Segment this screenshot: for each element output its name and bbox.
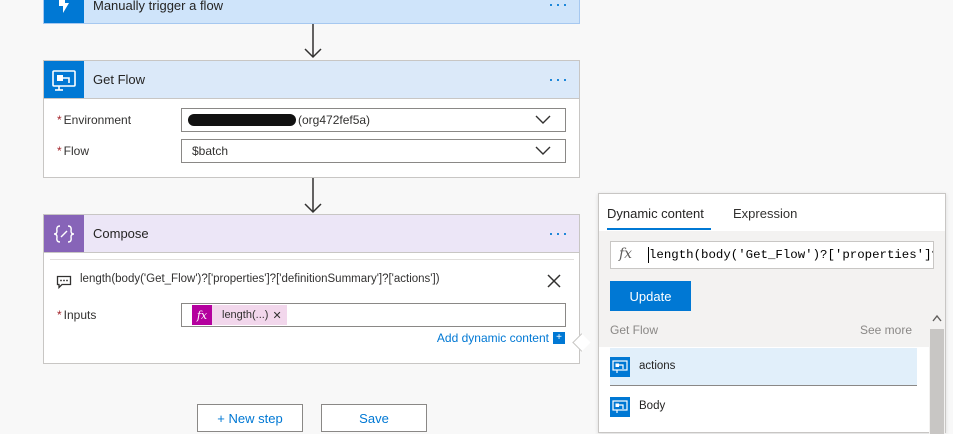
compose-header[interactable]: Compose ··· <box>44 215 579 253</box>
expression-preview: length(body('Get_Flow')?['properties']?[… <box>50 259 574 302</box>
add-dynamic-content-link[interactable]: Add dynamic content + <box>437 331 565 345</box>
add-dynamic-icon: + <box>553 332 565 344</box>
tab-dynamic-content[interactable]: Dynamic content <box>607 206 704 221</box>
get-flow-header[interactable]: Get Flow ··· <box>44 61 579 99</box>
environment-label: * Environment <box>57 113 131 127</box>
flow-label: * Flow <box>57 144 89 158</box>
connector-arrow <box>304 24 322 59</box>
expression-token[interactable]: fx length(...) ✕ <box>192 305 287 325</box>
required-asterisk: * <box>57 308 62 322</box>
expression-editor-area: fx length(body('Get_Flow')?['properties'… <box>599 231 945 311</box>
trigger-card[interactable]: Manually trigger a flow ··· <box>43 0 580 24</box>
flow-icon <box>610 397 630 417</box>
expression-input-text: length(body('Get_Flow')?['properties']?[… <box>649 248 934 262</box>
token-remove-icon[interactable]: ✕ <box>272 309 286 322</box>
compose-title: Compose <box>93 226 149 241</box>
scrollbar-thumb[interactable] <box>930 329 944 434</box>
get-flow-icon-box <box>44 61 84 98</box>
dynamic-item-label: actions <box>639 360 676 372</box>
compose-more-options[interactable]: ··· <box>548 215 569 252</box>
dynamic-content-panel: Dynamic content Expression fx length(bod… <box>598 193 946 434</box>
panel-pointer-notch <box>572 333 591 352</box>
section-title: Get Flow <box>610 323 659 337</box>
environment-value: (org472fef5a) <box>298 113 371 127</box>
chevron-down-icon <box>535 115 551 124</box>
connector-arrow <box>304 178 322 214</box>
trigger-card-header[interactable]: Manually trigger a flow ··· <box>44 0 579 23</box>
trigger-more-options[interactable]: ··· <box>548 0 569 23</box>
see-more-link[interactable]: See more <box>860 323 912 337</box>
fx-icon: fx <box>192 305 212 325</box>
add-dynamic-content-text: Add dynamic content <box>436 331 549 345</box>
tab-active-underline <box>607 228 711 230</box>
lightning-trigger-icon <box>59 0 69 13</box>
flow-label-text: Flow <box>63 144 90 158</box>
flow-dropdown[interactable]: $batch <box>181 139 566 163</box>
inputs-label: * Inputs <box>57 308 96 322</box>
environment-label-text: Environment <box>63 113 132 127</box>
new-step-button[interactable]: + New step <box>197 404 303 432</box>
dynamic-item-actions[interactable]: actions <box>610 348 917 386</box>
expression-input[interactable]: fx length(body('Get_Flow')?['properties'… <box>610 241 934 269</box>
token-label: length(...) <box>222 309 269 321</box>
comment-icon <box>56 275 72 289</box>
environment-redacted-mark <box>188 114 296 126</box>
panel-scrollbar[interactable] <box>929 311 945 434</box>
flow-value: $batch <box>192 144 229 158</box>
expression-preview-text: length(body('Get_Flow')?['properties']?[… <box>80 273 440 285</box>
compose-icon-box <box>44 215 84 252</box>
update-button[interactable]: Update <box>610 281 691 311</box>
scroll-up-icon[interactable] <box>932 314 942 322</box>
dynamic-item-label: Body <box>639 400 666 412</box>
required-asterisk: * <box>57 144 62 158</box>
environment-dropdown[interactable]: (org472fef5a) <box>181 108 566 132</box>
get-flow-card[interactable]: Get Flow ··· * Environment (org472fef5a) … <box>43 60 580 178</box>
get-flow-title: Get Flow <box>93 72 146 87</box>
compose-card[interactable]: Compose ··· length(body('Get_Flow')?['pr… <box>43 214 591 364</box>
fx-icon: fx <box>619 246 633 262</box>
dynamic-item-body[interactable]: Body <box>610 390 917 424</box>
close-icon[interactable] <box>546 273 562 289</box>
compose-braces-icon <box>53 224 75 243</box>
inputs-field[interactable]: fx length(...) ✕ <box>181 303 566 327</box>
tab-expression[interactable]: Expression <box>733 206 797 221</box>
get-flow-more-options[interactable]: ··· <box>548 61 569 98</box>
trigger-title: Manually trigger a flow <box>93 0 224 13</box>
section-header: Get Flow See more <box>599 311 929 347</box>
flow-icon <box>52 69 76 91</box>
required-asterisk: * <box>57 113 62 127</box>
save-button[interactable]: Save <box>321 404 427 432</box>
chevron-down-icon <box>535 146 551 155</box>
inputs-label-text: Inputs <box>63 308 97 322</box>
trigger-icon-box <box>44 0 84 23</box>
flow-icon <box>610 357 630 377</box>
